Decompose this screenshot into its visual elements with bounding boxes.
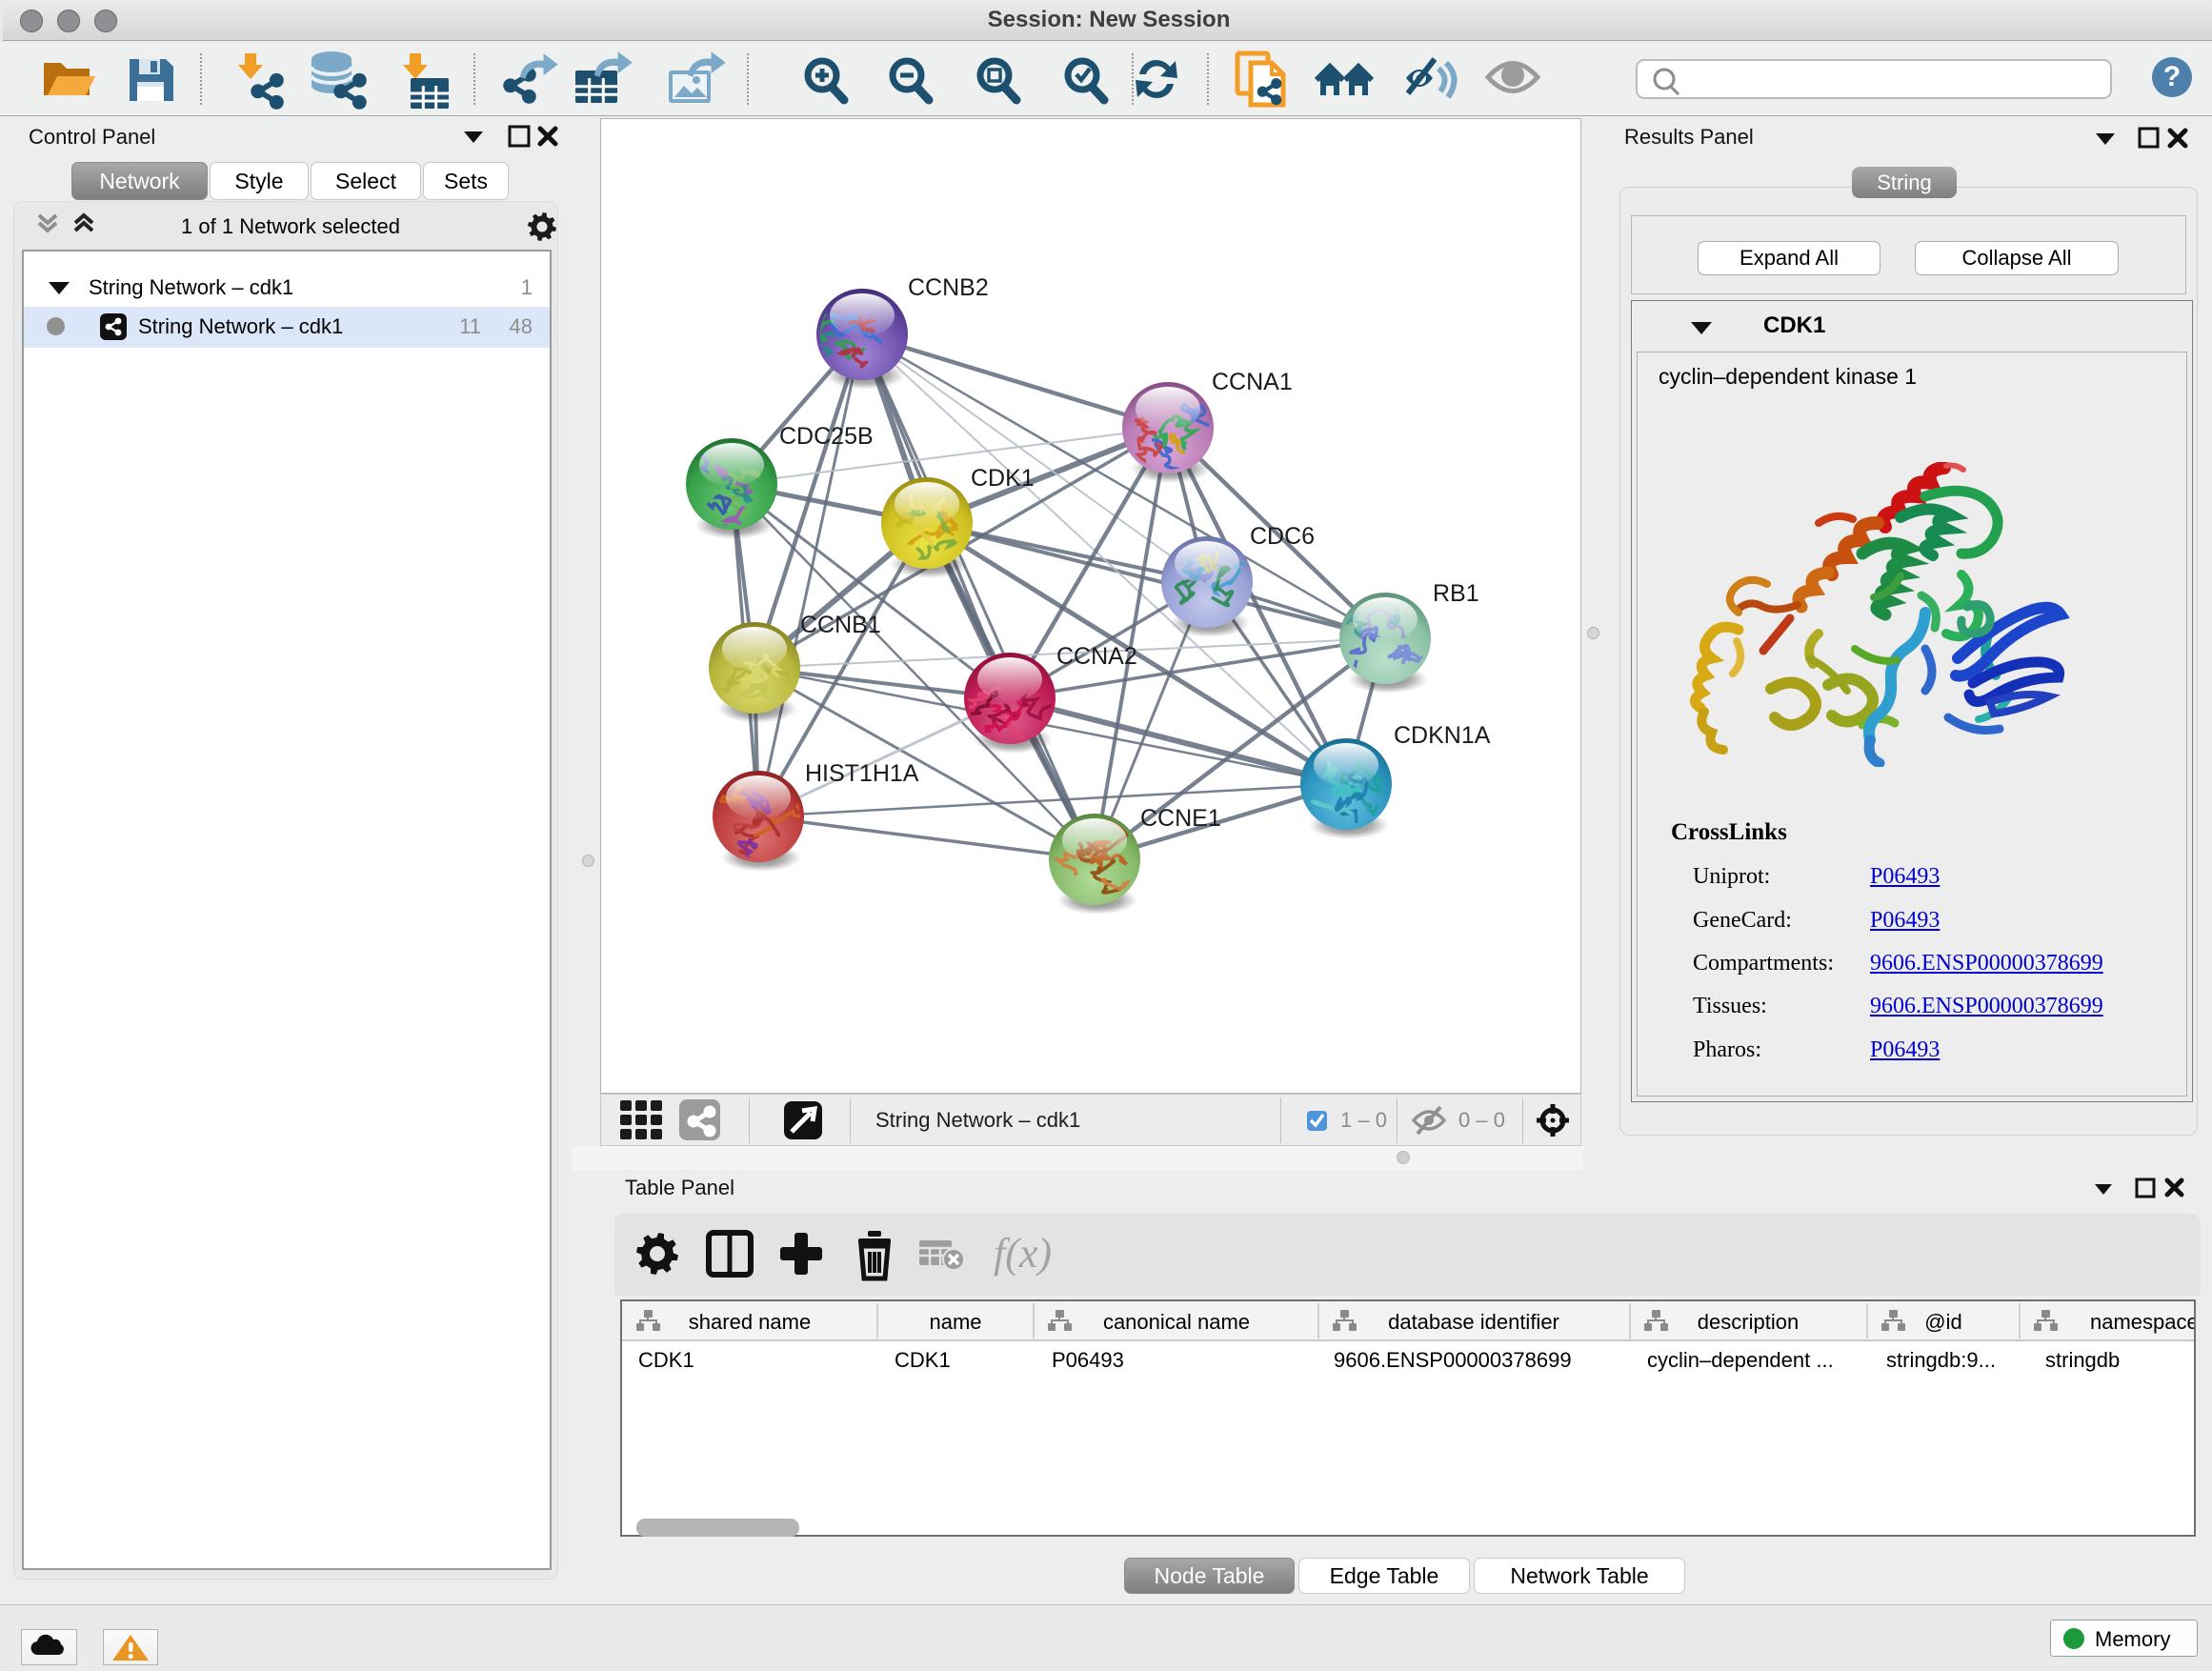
svg-text:CCNE1: CCNE1: [1140, 805, 1221, 832]
svg-text:CDC25B: CDC25B: [779, 423, 874, 450]
svg-text:CDKN1A: CDKN1A: [1394, 722, 1491, 749]
svg-text:CDK1: CDK1: [971, 465, 1035, 492]
svg-text:CDC6: CDC6: [1250, 523, 1315, 550]
svg-text:database identifier: database identifier: [1388, 1310, 1559, 1334]
svg-text:@id: @id: [1924, 1310, 1961, 1334]
svg-text:CCNB2: CCNB2: [908, 274, 989, 301]
svg-text:HIST1H1A: HIST1H1A: [805, 760, 919, 787]
svg-text:f(x): f(x): [994, 1230, 1052, 1277]
svg-text:canonical name: canonical name: [1103, 1310, 1250, 1334]
svg-text:namespace: namespace: [2090, 1310, 2194, 1334]
svg-text:shared name: shared name: [689, 1310, 811, 1334]
svg-text:CCNB1: CCNB1: [800, 612, 881, 638]
svg-text:CCNA1: CCNA1: [1212, 369, 1293, 395]
svg-text:CCNA2: CCNA2: [1056, 643, 1137, 670]
svg-text:RB1: RB1: [1433, 580, 1479, 607]
svg-text:description: description: [1698, 1310, 1799, 1334]
svg-text:name: name: [929, 1310, 981, 1334]
